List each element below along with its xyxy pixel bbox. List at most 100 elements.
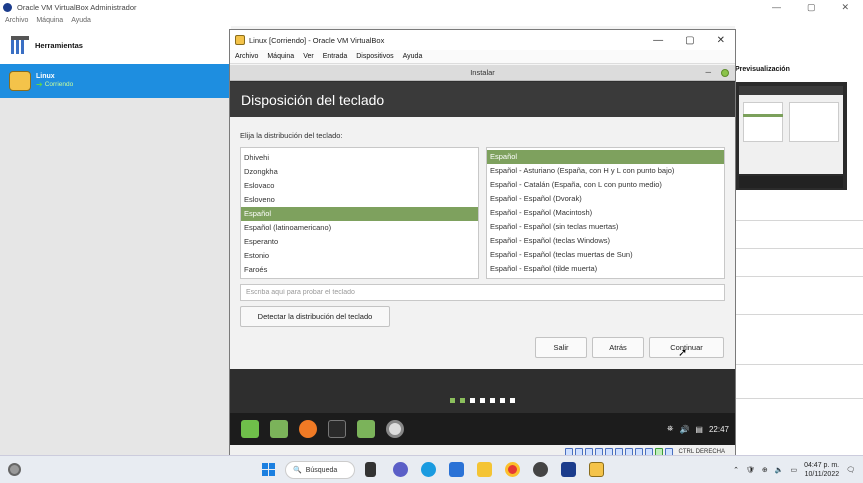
task-view-icon[interactable] xyxy=(365,462,376,477)
list-item[interactable]: Español - Español (Macintosh) xyxy=(487,206,724,220)
terminal-icon[interactable] xyxy=(328,420,346,438)
battery-icon[interactable]: ▭ xyxy=(790,466,797,474)
clipboard-icon[interactable]: ▤ xyxy=(695,425,703,434)
vm-menu-entrada[interactable]: Entrada xyxy=(323,53,348,60)
variant-list[interactable]: Español Español - Asturiano (España, con… xyxy=(486,147,725,279)
app-icon[interactable] xyxy=(533,462,548,477)
list-item[interactable]: Español - Catalán (España, con L con pun… xyxy=(487,178,724,192)
vm-window: Linux [Corriendo] - Oracle VM VirtualBox… xyxy=(229,29,736,458)
detect-layout-button[interactable]: Detectar la distribución del teclado xyxy=(240,306,390,327)
keyboard-test-input[interactable] xyxy=(240,284,725,301)
chat-icon[interactable] xyxy=(393,462,408,477)
taskbar-clock[interactable]: 04:47 p. m. 10/11/2022 xyxy=(804,461,839,479)
list-item[interactable]: Español - Español (Dvorak) xyxy=(487,192,724,206)
list-item[interactable]: Estonio xyxy=(241,249,478,263)
mint-panel: ⛯ 🔊 ▤ 22:47 xyxy=(230,413,735,445)
list-item[interactable]: Español - Español (sin teclas muertas) xyxy=(487,220,724,234)
progress-dot xyxy=(460,397,465,403)
file-explorer-icon[interactable] xyxy=(477,462,492,477)
linux-os-icon xyxy=(9,71,31,91)
notifications-icon[interactable]: 🗨 xyxy=(846,466,855,474)
menu-maquina[interactable]: Máquina xyxy=(36,17,63,24)
list-item[interactable]: Esloveno xyxy=(241,193,478,207)
divider xyxy=(735,364,863,365)
vm-menu-dispositivos[interactable]: Dispositivos xyxy=(356,53,393,60)
maximize-icon[interactable]: ▢ xyxy=(807,2,816,13)
vm-menubar: Archivo Máquina Ver Entrada Dispositivos… xyxy=(230,50,735,64)
list-item[interactable]: Español - Asturiano (España, con H y L c… xyxy=(487,164,724,178)
list-item[interactable]: Español - Español (teclas muertas de Sun… xyxy=(487,248,724,262)
vm-preview xyxy=(735,82,847,190)
show-desktop-icon[interactable] xyxy=(270,420,288,438)
quit-button[interactable]: Salir xyxy=(535,337,587,358)
installer-disc-icon[interactable] xyxy=(386,420,404,438)
list-item[interactable]: Eslovaco xyxy=(241,179,478,193)
list-item[interactable]: Esperanto xyxy=(241,235,478,249)
preview-screen xyxy=(739,86,843,174)
installer-title: Instalar xyxy=(470,68,495,77)
language-icon[interactable]: ⊕ xyxy=(762,466,768,474)
layout-prompt: Elija la distribución del teclado: xyxy=(240,131,343,140)
start-button[interactable] xyxy=(262,463,275,476)
chevron-up-icon[interactable]: ⌃ xyxy=(733,466,739,474)
vm-menu-ayuda[interactable]: Ayuda xyxy=(403,53,423,60)
vm-close-icon[interactable]: ✕ xyxy=(717,35,725,46)
search-icon: 🔍 xyxy=(293,467,302,474)
windows-taskbar: 🔍 Búsqueda ⌃ 🛡 ⊕ 🔈 ▭ 04:47 p. m. 10/11/2… xyxy=(0,455,863,483)
taskbar-search[interactable]: 🔍 Búsqueda xyxy=(285,461,355,479)
installer-minimize-icon[interactable]: – xyxy=(705,67,711,78)
network-icon[interactable]: ⛯ xyxy=(667,424,673,434)
clock-date: 10/11/2022 xyxy=(804,471,840,478)
list-item[interactable]: Dzongkha xyxy=(241,165,478,179)
mail-icon[interactable] xyxy=(449,462,464,477)
firefox-icon[interactable] xyxy=(299,420,317,438)
machine-list-pane: Herramientas Linux ➔ Corriendo xyxy=(0,26,231,455)
host-key-label[interactable]: CTRL DERECHA xyxy=(679,449,725,455)
progress-dot xyxy=(510,397,515,403)
list-item[interactable]: Español - Español (teclas Windows) xyxy=(487,234,724,248)
edge-icon[interactable] xyxy=(421,462,436,477)
vm-maximize-icon[interactable]: ▢ xyxy=(685,35,694,46)
divider xyxy=(735,248,863,249)
linux-os-icon xyxy=(235,35,245,45)
manager-title: Oracle VM VirtualBox Administrador xyxy=(17,2,137,12)
linux-vm-taskbar-icon[interactable] xyxy=(589,462,604,477)
vm-menu-ver[interactable]: Ver xyxy=(303,53,314,60)
volume-icon[interactable]: 🔊 xyxy=(679,425,689,434)
list-item-selected[interactable]: Español xyxy=(487,150,724,164)
tools-item[interactable]: Herramientas xyxy=(0,26,231,64)
back-button[interactable]: Atrás xyxy=(592,337,644,358)
list-item[interactable]: Español - Español (tilde muerta) xyxy=(487,262,724,276)
progress-dot xyxy=(480,397,485,403)
minimize-icon[interactable]: — xyxy=(772,2,781,12)
clock-time: 04:47 p. m. xyxy=(804,462,840,469)
files-icon[interactable] xyxy=(357,420,375,438)
menu-archivo[interactable]: Archivo xyxy=(5,17,28,24)
widgets-icon[interactable] xyxy=(8,463,21,476)
security-icon[interactable]: 🛡 xyxy=(746,466,755,474)
list-item-selected[interactable]: Español xyxy=(241,207,478,221)
menu-ayuda[interactable]: Ayuda xyxy=(71,17,91,24)
list-item[interactable]: Español (latinoamericano) xyxy=(241,221,478,235)
layout-list[interactable]: Dhivehi Dzongkha Eslovaco Esloveno Españ… xyxy=(240,147,479,279)
virtualbox-taskbar-icon[interactable] xyxy=(561,462,576,477)
chrome-icon[interactable] xyxy=(505,462,520,477)
vm-menu-maquina[interactable]: Máquina xyxy=(267,53,294,60)
page-title: Disposición del teclado xyxy=(241,91,385,108)
vm-window-title: Linux [Corriendo] - Oracle VM VirtualBox xyxy=(249,35,385,45)
volume-icon[interactable]: 🔈 xyxy=(775,466,784,474)
vm-minimize-icon[interactable]: — xyxy=(653,35,663,46)
panel-clock[interactable]: 22:47 xyxy=(709,425,729,434)
list-item[interactable]: Dhivehi xyxy=(241,151,478,165)
vm-list-item-linux[interactable]: Linux ➔ Corriendo xyxy=(0,64,231,98)
mint-menu-icon[interactable] xyxy=(241,420,259,438)
installer-close-icon[interactable] xyxy=(721,68,729,77)
manager-titlebar: Oracle VM VirtualBox Administrador — ▢ ✕ xyxy=(0,0,863,14)
vm-menu-archivo[interactable]: Archivo xyxy=(235,53,258,60)
preview-title: Previsualización xyxy=(735,66,790,73)
vm-name: Linux xyxy=(36,73,55,80)
vm-state-label: Corriendo xyxy=(44,81,74,88)
list-item[interactable]: Faroés xyxy=(241,263,478,277)
installer-banner: Disposición del teclado xyxy=(230,82,735,117)
close-icon[interactable]: ✕ xyxy=(841,2,849,13)
